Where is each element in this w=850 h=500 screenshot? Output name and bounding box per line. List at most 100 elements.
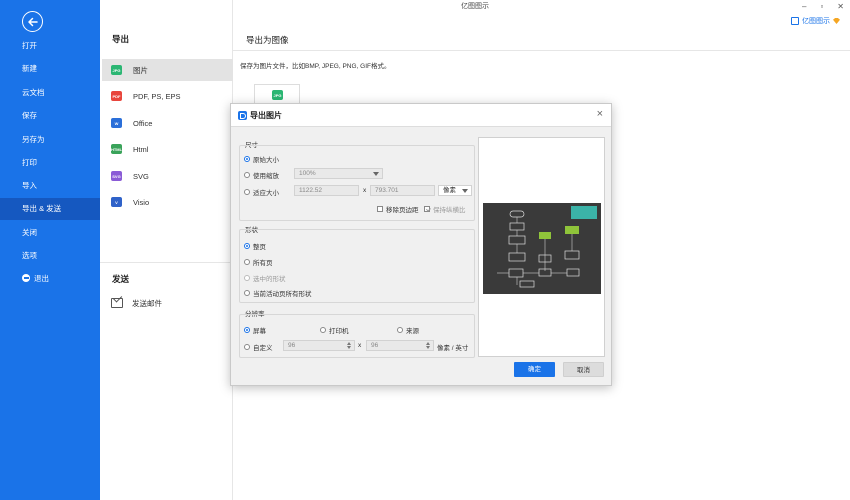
sidebar-item-exit[interactable]: 退出 (0, 268, 100, 290)
whole-page-option[interactable]: 整页 (244, 241, 266, 251)
ok-button[interactable]: 确定 (514, 362, 555, 377)
back-button[interactable] (22, 11, 43, 32)
option-label: 移除页边距 (386, 207, 419, 214)
radio-icon (244, 156, 250, 162)
width-input[interactable]: 1122.52 (294, 185, 359, 196)
send-email[interactable]: 发送邮件 (102, 292, 233, 314)
format-image[interactable]: JPG 图片 (102, 59, 233, 81)
height-value: 793.701 (375, 187, 399, 194)
radio-icon (244, 344, 250, 350)
sidebar-item-save[interactable]: 保存 (0, 105, 100, 127)
times-sign: x (358, 342, 362, 349)
checkbox-icon (377, 206, 383, 212)
radio-icon (244, 290, 250, 296)
send-section-title: 发送 (112, 274, 130, 284)
pdf-icon: PDF (111, 91, 122, 101)
remove-margin-checkbox[interactable]: 移除页边距 (377, 204, 419, 214)
option-label: 适应大小 (253, 190, 279, 197)
html-icon: HTML (111, 144, 122, 154)
format-visio[interactable]: V Visio (102, 191, 233, 213)
sidebar-item-exit-label: 退出 (34, 274, 49, 283)
minimize-icon[interactable]: – (802, 0, 806, 14)
unit-select[interactable]: 像素 (438, 185, 472, 196)
exit-icon (22, 274, 30, 282)
close-icon[interactable]: ✕ (837, 0, 844, 14)
radio-icon (244, 243, 250, 249)
word-icon: W (111, 118, 122, 128)
current-page-shapes-option[interactable]: 当前活动页所有形状 (244, 288, 312, 298)
panel-divider (100, 262, 233, 263)
sidebar-item-new[interactable]: 新建 (0, 58, 100, 80)
format-label: PDF, PS, EPS (133, 91, 181, 101)
height-input[interactable]: 793.701 (370, 185, 435, 196)
spinner-icon[interactable] (347, 341, 352, 350)
option-label: 所有页 (253, 260, 273, 267)
premium-icon (833, 18, 840, 24)
radio-icon (244, 259, 250, 265)
chevron-down-icon (462, 189, 468, 193)
sidebar-item-cloud[interactable]: 云文档 (0, 82, 100, 104)
sidebar-item-save-as[interactable]: 另存为 (0, 129, 100, 151)
sidebar-item-close[interactable]: 关闭 (0, 222, 100, 244)
fit-size-option[interactable]: 适应大小 (244, 187, 279, 197)
option-label: 当前活动页所有形状 (253, 291, 312, 298)
checkbox-icon (424, 206, 430, 212)
send-email-label: 发送邮件 (132, 298, 162, 308)
screen-option[interactable]: 屏幕 (244, 325, 266, 335)
maximize-icon[interactable]: ▫ (820, 0, 823, 14)
sidebar-item-options[interactable]: 选项 (0, 245, 100, 267)
format-html[interactable]: HTML Html (102, 138, 233, 160)
sidebar-item-export-send[interactable]: 导出 & 发送 (0, 198, 100, 220)
radio-icon (244, 327, 250, 333)
source-option[interactable]: 来源 (397, 325, 419, 335)
custom-option[interactable]: 自定义 (244, 342, 273, 352)
sidebar-item-print[interactable]: 打印 (0, 152, 100, 174)
format-office[interactable]: W Office (102, 112, 233, 134)
selected-shapes-option[interactable]: 选中的形状 (244, 273, 286, 283)
option-label: 原始大小 (253, 157, 279, 164)
content-description: 保存为图片文件，比如BMP, JPEG, PNG, GIF格式。 (240, 63, 391, 70)
radio-icon (397, 327, 403, 333)
dpi-y-input[interactable]: 96 (366, 340, 434, 351)
format-pdf[interactable]: PDF PDF, PS, EPS (102, 85, 233, 107)
dialog-close-icon[interactable]: × (597, 108, 603, 120)
format-label: Office (133, 118, 153, 128)
chevron-down-icon (373, 172, 379, 176)
jpg-icon: JPG (111, 65, 122, 75)
option-label: 打印机 (329, 328, 349, 335)
option-label: 来源 (406, 328, 419, 335)
format-label: SVG (133, 171, 149, 181)
format-svg[interactable]: SVG SVG (102, 165, 233, 187)
export-panel: 导出 JPG 图片 PDF PDF, PS, EPS W Office HTML… (100, 0, 233, 500)
cancel-button[interactable]: 取消 (563, 362, 604, 377)
option-label: 自定义 (253, 345, 273, 352)
scale-select[interactable]: 100% (294, 168, 383, 179)
printer-option[interactable]: 打印机 (320, 325, 349, 335)
content-divider (233, 50, 850, 51)
preview-pane (478, 137, 605, 357)
brand-area[interactable]: 亿图图示 (791, 16, 840, 26)
radio-icon (244, 172, 250, 178)
dpi-y-value: 96 (371, 342, 379, 349)
keep-ratio-checkbox[interactable]: 保持纵横比 (424, 204, 466, 214)
option-label: 整页 (253, 244, 266, 251)
app-logo-icon (238, 111, 247, 120)
option-label: 保持纵横比 (433, 207, 466, 214)
sidebar-item-import[interactable]: 导入 (0, 175, 100, 197)
arrow-left-icon (27, 17, 38, 26)
original-size-option[interactable]: 原始大小 (244, 154, 279, 164)
spinner-icon[interactable] (426, 341, 431, 350)
dialog-title: 导出图片 (250, 111, 282, 120)
format-label: Visio (133, 197, 150, 207)
email-icon (111, 298, 123, 308)
sidebar: 打开 新建 云文档 保存 另存为 打印 导入 导出 & 发送 关闭 选项 退出 (0, 0, 100, 500)
width-value: 1122.52 (299, 187, 323, 194)
flowchart-thumbnail (497, 206, 597, 288)
dpi-x-input[interactable]: 96 (283, 340, 355, 351)
export-image-dialog: 导出图片 × 尺寸 原始大小 使用缩放 100% 适应大小 1122.52 x … (230, 103, 612, 386)
use-scale-option[interactable]: 使用缩放 (244, 170, 279, 180)
content-heading: 导出为图像 (246, 35, 289, 45)
all-pages-option[interactable]: 所有页 (244, 257, 273, 267)
sidebar-item-open[interactable]: 打开 (0, 35, 100, 57)
format-label: Html (133, 144, 149, 154)
